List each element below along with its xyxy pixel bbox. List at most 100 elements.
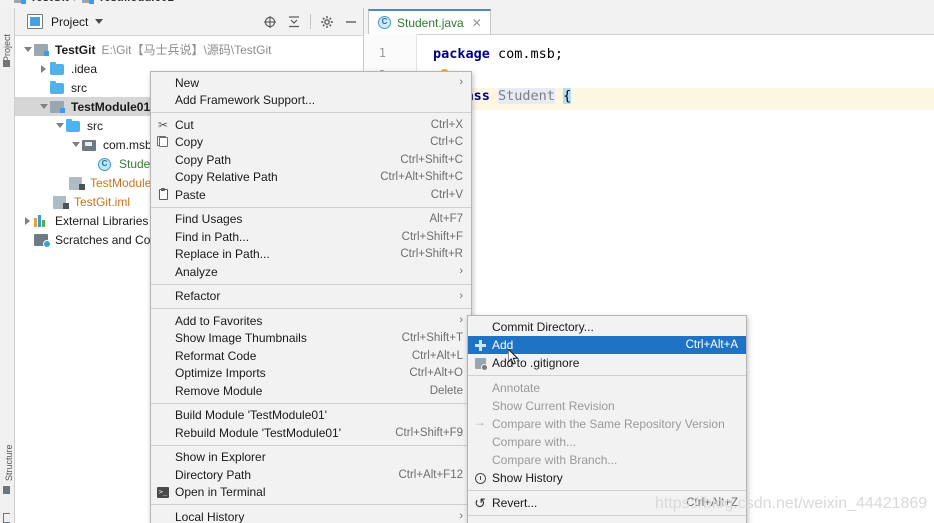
menu-separator xyxy=(468,375,746,376)
tree-node-label: External Libraries xyxy=(55,213,149,228)
menu-item-accelerator: Ctrl+Shift+T xyxy=(401,332,463,345)
expand-arrow-icon[interactable] xyxy=(21,40,34,59)
menu-item-label: Remove Module xyxy=(175,383,263,398)
menu-separator xyxy=(151,444,471,446)
menu-item-cut[interactable]: Cut Ctrl+X xyxy=(151,116,471,134)
menu-item-reformat-code[interactable]: Reformat Code Ctrl+Alt+L xyxy=(151,347,471,365)
tree-node-testgit[interactable]: TestGit E:\Git【马士兵说】\源码\TestGit xyxy=(15,40,363,59)
menu-item-find-usages[interactable]: Find Usages Alt+F7 xyxy=(151,211,471,229)
menu-item-accelerator: Ctrl+Alt+F12 xyxy=(398,468,463,481)
expand-arrow-icon[interactable] xyxy=(37,59,50,78)
menu-item-remove-module[interactable]: Remove Module Delete xyxy=(151,382,471,400)
tab-label: Student.java xyxy=(397,15,464,30)
menu-item-rebuild-module[interactable]: Rebuild Module 'TestModule01' Ctrl+Shift… xyxy=(151,424,471,442)
menu-item-build-module[interactable]: Build Module 'TestModule01' xyxy=(151,407,471,425)
add-plus-icon xyxy=(473,338,487,352)
menu-item-label: Directory Path xyxy=(175,467,252,482)
expand-arrow-icon[interactable] xyxy=(53,116,66,135)
menu-item-local-history[interactable]: Local History › xyxy=(151,508,471,523)
tool-window-button-structure[interactable]: Structure xyxy=(4,435,14,481)
menu-item-accelerator: Ctrl+Alt+L xyxy=(411,349,463,362)
menu-item-label: New xyxy=(175,75,200,90)
watermark: https://blog.csdn.net/weixin_44421869 xyxy=(655,495,928,512)
menu-item-copy-relative-path[interactable]: Copy Relative Path Ctrl+Alt+Shift+C xyxy=(151,169,471,187)
menu-item-label: Replace in Path... xyxy=(175,247,270,262)
breadcrumb-project[interactable]: TestGit xyxy=(30,0,69,4)
menu-item-open-in-terminal[interactable]: >_ Open in Terminal xyxy=(151,484,471,502)
chevron-right-icon: › xyxy=(459,76,463,89)
project-panel-header: Project xyxy=(15,8,363,36)
code-line-1: package com.msb; xyxy=(433,46,564,62)
iml-file-icon xyxy=(69,175,85,190)
menu-item-accelerator: Ctrl+V xyxy=(430,188,463,201)
menu-item-refactor[interactable]: Refactor › xyxy=(151,288,471,306)
locate-icon[interactable] xyxy=(258,11,282,33)
menu-item-label: Find in Path... xyxy=(175,229,250,244)
breadcrumb-module[interactable]: TestModule01 xyxy=(98,0,174,4)
menu-item-label: Compare with... xyxy=(492,435,577,449)
menu-item-copy[interactable]: Copy Ctrl+C xyxy=(151,134,471,152)
git-menu-item-commit-directory[interactable]: Commit Directory... xyxy=(468,318,746,336)
menu-separator xyxy=(151,402,471,404)
idea-window: TestGit / TestModule01 Project Structure… xyxy=(0,0,934,523)
tool-window-button-project[interactable]: Project xyxy=(2,16,12,62)
tab-student-java[interactable]: C Student.java ✕ xyxy=(368,9,491,34)
chevron-right-icon: › xyxy=(459,289,463,302)
project-panel-title[interactable]: Project xyxy=(51,15,88,29)
folder-icon xyxy=(50,61,66,76)
git-menu-item-compare-with-branch: Compare with Branch... xyxy=(468,451,746,469)
menu-item-label: Refactor xyxy=(175,289,221,304)
menu-item-label: Find Usages xyxy=(175,212,243,227)
git-menu-item-show-history[interactable]: Show History xyxy=(468,469,746,487)
menu-item-show-in-explorer[interactable]: Show in Explorer xyxy=(151,449,471,467)
project-view-icon xyxy=(27,14,43,29)
git-menu-item-annotate: Annotate xyxy=(468,379,746,397)
menu-item-optimize-imports[interactable]: Optimize Imports Ctrl+Alt+O xyxy=(151,365,471,383)
hide-icon[interactable] xyxy=(339,11,363,33)
chevron-down-icon[interactable] xyxy=(95,19,104,24)
menu-item-label: Show Image Thumbnails xyxy=(175,331,307,346)
menu-item-directory-path[interactable]: Directory Path Ctrl+Alt+F12 xyxy=(151,466,471,484)
menu-item-analyze[interactable]: Analyze › xyxy=(151,263,471,281)
iml-file-icon xyxy=(53,194,69,209)
scissors-icon xyxy=(156,118,170,132)
menu-item-copy-path[interactable]: Copy Path Ctrl+Shift+C xyxy=(151,151,471,169)
menu-item-label: Revert... xyxy=(492,496,538,510)
line-number: 1 xyxy=(378,46,386,60)
libraries-icon xyxy=(34,213,50,228)
favorites-strip-icon[interactable] xyxy=(3,513,10,523)
menu-item-replace-in-path[interactable]: Replace in Path... Ctrl+Shift+R xyxy=(151,246,471,264)
copy-icon xyxy=(156,135,170,149)
tree-node-label: TestGit xyxy=(55,42,96,57)
git-menu-item-repository[interactable]: Repository › xyxy=(468,519,746,523)
tree-node-label: com.msb xyxy=(103,137,152,152)
git-menu-item-add[interactable]: Add Ctrl+Alt+A xyxy=(468,336,746,354)
module-icon xyxy=(14,0,26,4)
menu-item-accelerator: Ctrl+Shift+R xyxy=(400,248,463,261)
menu-item-add-to-favorites[interactable]: Add to Favorites › xyxy=(151,312,471,330)
menu-item-add-framework-support[interactable]: Add Framework Support... xyxy=(151,92,471,110)
editor-tab-bar: C Student.java ✕ xyxy=(364,8,934,35)
menu-item-find-in-path[interactable]: Find in Path... Ctrl+Shift+F xyxy=(151,228,471,246)
menu-item-show-image-thumbnails[interactable]: Show Image Thumbnails Ctrl+Shift+T xyxy=(151,330,471,348)
close-icon[interactable]: ✕ xyxy=(472,16,482,30)
menu-item-accelerator: Ctrl+Alt+Shift+C xyxy=(380,171,463,184)
menu-item-paste[interactable]: Paste Ctrl+V xyxy=(151,186,471,204)
settings-gear-icon[interactable] xyxy=(315,11,339,33)
git-menu-item-compare-same-repository-version: Compare with the Same Repository Version xyxy=(468,415,746,433)
menu-item-label: Commit Directory... xyxy=(492,320,594,334)
chevron-right-icon: › xyxy=(459,314,463,327)
terminal-icon: >_ xyxy=(157,486,169,498)
menu-item-new[interactable]: New › xyxy=(151,74,471,92)
git-submenu: Commit Directory... Add Ctrl+Alt+A Add t… xyxy=(467,315,747,523)
collapse-all-icon[interactable] xyxy=(282,11,306,33)
expand-arrow-icon[interactable] xyxy=(21,211,34,230)
menu-item-label: Copy Path xyxy=(175,152,232,167)
menu-item-label: Rebuild Module 'TestModule01' xyxy=(175,425,342,440)
expand-arrow-icon[interactable] xyxy=(69,135,82,154)
folder-icon xyxy=(50,80,66,95)
expand-arrow-icon[interactable] xyxy=(37,97,50,116)
chevron-right-icon: › xyxy=(459,510,463,523)
git-menu-item-add-to-gitignore[interactable]: Add to .gitignore xyxy=(468,354,746,372)
menu-item-label: Add xyxy=(492,338,514,352)
